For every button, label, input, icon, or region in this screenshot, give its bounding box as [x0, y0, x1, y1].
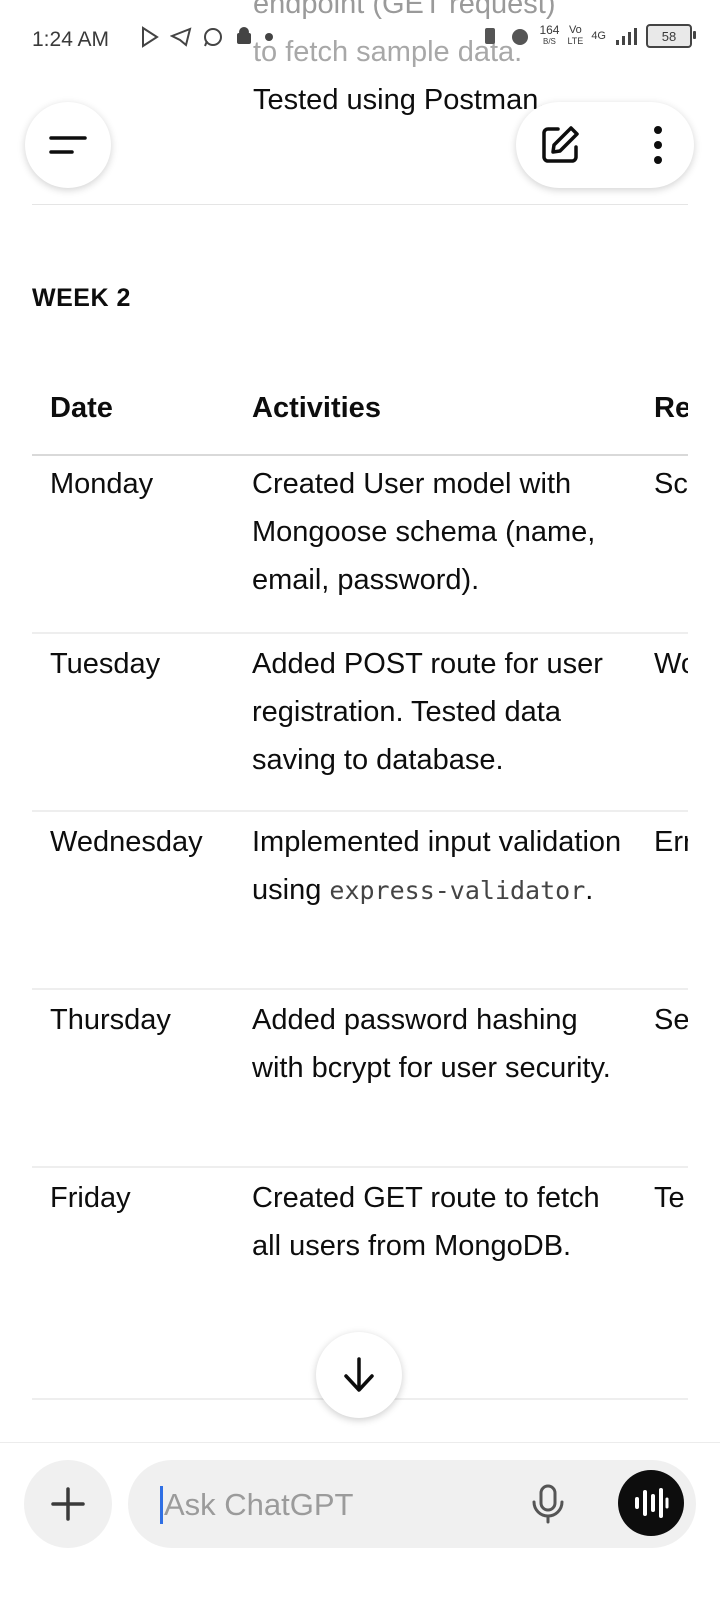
table-row: Tuesday Added POST route for user regist… [32, 632, 688, 812]
add-attachment-button[interactable] [24, 1460, 112, 1548]
header-date: Date [50, 392, 113, 424]
cell-results: Err [654, 826, 688, 858]
status-time: 1:24 AM [32, 28, 110, 51]
battery-indicator: 58 [646, 24, 696, 48]
alarm-icon [512, 29, 529, 45]
cell-date: Tuesday [50, 648, 161, 680]
voice-mode-icon [635, 1488, 669, 1518]
header-results: Re [654, 392, 688, 424]
scroll-down-button[interactable] [316, 1332, 402, 1418]
cell-activities-suffix: . [585, 874, 594, 906]
inline-code: express-validator [329, 876, 586, 905]
section-divider [32, 204, 688, 205]
voice-mode-button[interactable] [618, 1470, 684, 1536]
cell-activities: Added POST route for user registration. … [252, 648, 603, 776]
cell-activities: Added password hashing with bcrypt for u… [252, 1004, 611, 1084]
net-speed-value: 164 [539, 23, 560, 37]
plus-icon [51, 1487, 85, 1521]
network-type: 4G [591, 30, 606, 42]
notification-icons [140, 26, 274, 48]
cell-date: Wednesday [50, 826, 203, 858]
net-speed-unit: B/S [543, 37, 556, 46]
week-heading: WEEK 2 [32, 284, 131, 312]
cell-activities: Implemented input validation using expre… [252, 818, 622, 915]
table-row: Monday Created User model with Mongoose … [32, 454, 688, 634]
signal-icon [616, 28, 637, 45]
cell-results: Sc [654, 468, 688, 500]
volte-bottom: LTE [567, 36, 584, 46]
header-activities: Activities [252, 392, 381, 424]
cell-activities: Created GET route to fetch all users fro… [252, 1182, 600, 1262]
new-chat-edit-icon[interactable] [538, 123, 582, 167]
cell-results: Se [654, 1004, 688, 1036]
whatsapp-icon [204, 28, 222, 47]
battery-level: 58 [661, 28, 677, 44]
composer-divider [0, 1442, 720, 1443]
message-composer [128, 1460, 696, 1548]
status-bar: 1:24 AM 164 B/S Vo LTE 4G 58 [0, 0, 720, 80]
system-icons: 164 B/S Vo LTE 4G 58 [479, 23, 696, 48]
cell-date: Monday [50, 468, 154, 500]
play-store-icon [142, 26, 159, 48]
cell-results: Wo [654, 648, 688, 680]
vibrate-icon [485, 28, 496, 44]
microphone-icon[interactable] [526, 1482, 570, 1526]
more-vertical-icon[interactable] [648, 123, 668, 167]
arrow-down-icon [344, 1357, 374, 1392]
message-input[interactable] [162, 1478, 486, 1532]
cell-date: Friday [50, 1182, 131, 1214]
volte-top: Vo [568, 24, 582, 36]
dot-icon [265, 33, 273, 41]
cell-results: Te [654, 1182, 685, 1214]
header-actions [516, 102, 694, 188]
menu-button[interactable] [25, 102, 111, 188]
android-icon [237, 27, 251, 44]
cell-date: Thursday [50, 1004, 171, 1036]
telegram-icon [170, 27, 192, 47]
table-row: Wednesday Implemented input validation u… [32, 810, 688, 990]
table-header-row: Date Activities Re [32, 380, 688, 456]
table-row: Thursday Added password hashing with bcr… [32, 988, 688, 1168]
menu-icon [49, 136, 87, 154]
net-speed: 164 B/S [539, 23, 560, 47]
activities-table[interactable]: Date Activities Re Monday Created User m… [32, 380, 688, 1420]
cell-activities: Created User model with Mongoose schema … [252, 468, 596, 596]
volte-indicator: Vo LTE [567, 25, 583, 47]
